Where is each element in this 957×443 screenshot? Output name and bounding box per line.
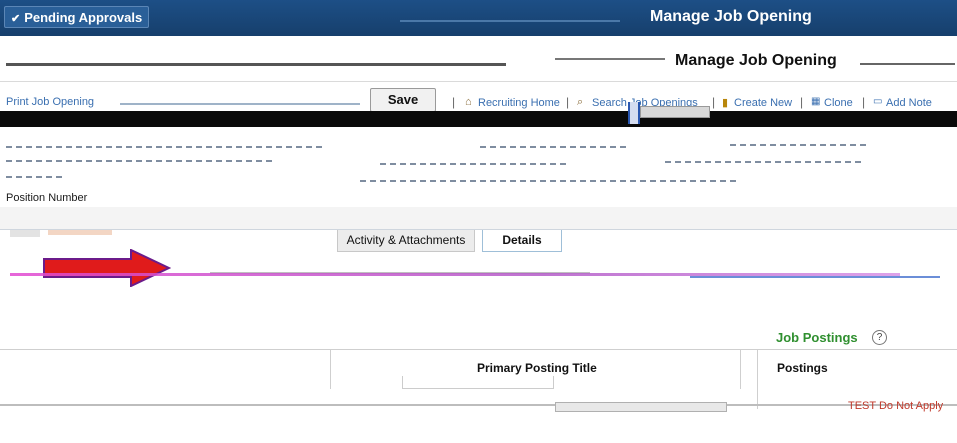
- tab-stub: [10, 229, 40, 237]
- save-button[interactable]: Save: [370, 88, 436, 112]
- nav-separator: |: [452, 95, 456, 109]
- grid-divider: [757, 349, 758, 409]
- tab-activity-attachments[interactable]: Activity & Attachments: [337, 229, 475, 252]
- topbar-divider: [400, 20, 620, 22]
- posting-title-link[interactable]: TEST Do Not Apply: [848, 400, 943, 412]
- toolbar-noise: [120, 103, 360, 105]
- primary-posting-title-header: Primary Posting Title: [477, 361, 597, 375]
- home-icon: ⌂: [465, 96, 472, 108]
- nav-separator: |: [800, 95, 804, 109]
- tab-details[interactable]: Details: [482, 229, 562, 252]
- checkmark-icon: ✔: [11, 13, 21, 25]
- grid-divider: [330, 349, 331, 389]
- postings-header: Postings: [777, 361, 828, 375]
- toolbar-divider: [0, 81, 957, 82]
- title-rule-left: [6, 63, 506, 66]
- field-row: [665, 161, 865, 163]
- cursor-marker: [628, 102, 640, 124]
- nav-separator: |: [712, 95, 716, 109]
- pending-approvals-label: Pending Approvals: [24, 10, 143, 25]
- title-dash: [555, 58, 665, 60]
- grid-top-border: [0, 349, 957, 350]
- title-rule-right: [860, 63, 955, 65]
- field-row: [6, 146, 326, 148]
- clone-icon: ▦: [811, 96, 821, 107]
- help-icon[interactable]: ?: [872, 330, 887, 345]
- highlight-line-blue: [690, 276, 940, 278]
- position-number-label: Position Number: [6, 192, 88, 204]
- recruiting-home-link[interactable]: Recruiting Home: [478, 97, 560, 109]
- job-postings-title: Job Postings: [776, 330, 858, 345]
- tab-strip-line: [0, 229, 957, 230]
- field-row: [360, 180, 740, 182]
- red-arrow-icon: [43, 249, 171, 287]
- field-row: [6, 160, 276, 162]
- nav-separator: |: [566, 95, 570, 109]
- new-document-icon: ▮: [722, 97, 729, 109]
- search-icon: ⌕: [577, 96, 584, 108]
- clone-link[interactable]: Clone: [824, 97, 853, 109]
- field-row: [730, 144, 870, 146]
- topbar-title: Manage Job Opening: [650, 8, 812, 25]
- add-note-link[interactable]: Add Note: [886, 97, 932, 109]
- nav-separator: |: [862, 95, 866, 109]
- header-band: [0, 111, 957, 127]
- posting-select[interactable]: [555, 402, 727, 412]
- field-row: [480, 146, 630, 148]
- field-row: [6, 176, 66, 178]
- title-input-box[interactable]: [402, 376, 554, 389]
- page-title: Manage Job Opening: [675, 52, 837, 69]
- print-job-opening-link[interactable]: Print Job Opening: [6, 96, 94, 108]
- field-row: [380, 163, 570, 165]
- grid-row-border: [0, 404, 957, 406]
- tab-strip-background: [0, 207, 957, 229]
- create-new-link[interactable]: Create New: [734, 97, 792, 109]
- pending-approvals-button[interactable]: ✔ Pending Approvals: [4, 6, 149, 28]
- header-tab-box: [640, 106, 710, 118]
- grid-divider: [740, 349, 741, 389]
- note-icon: ▭: [873, 96, 883, 107]
